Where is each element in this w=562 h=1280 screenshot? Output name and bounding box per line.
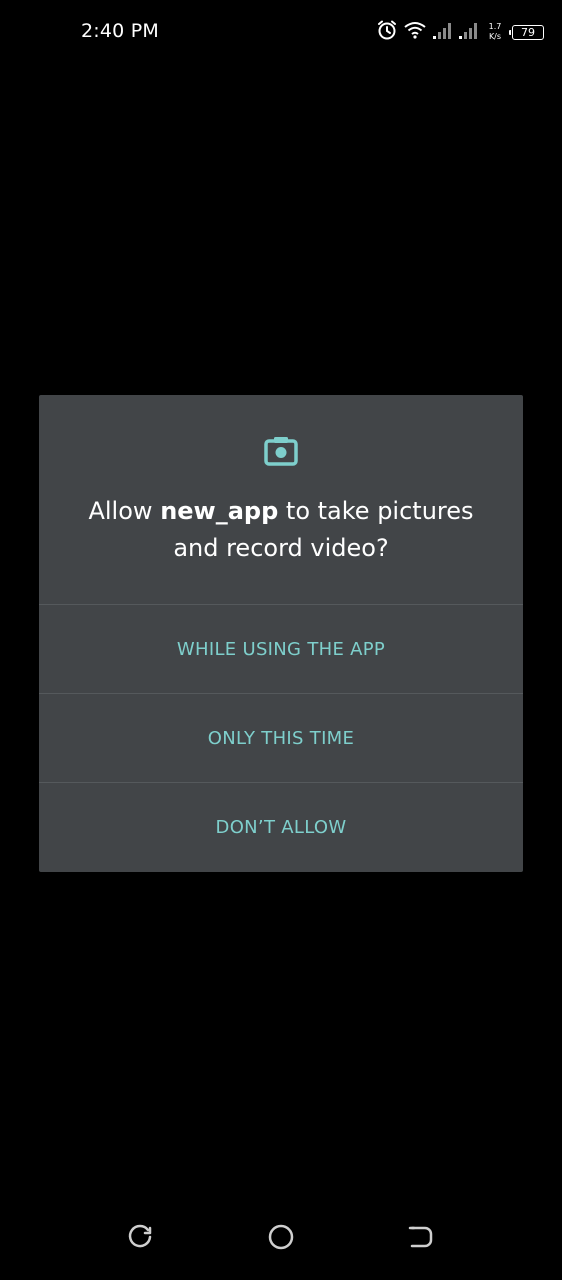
signal-icon [432, 20, 452, 44]
camera-icon [264, 435, 298, 467]
dont-allow-button[interactable]: DON’T ALLOW [39, 782, 523, 871]
network-speed-unit: K/s [488, 32, 502, 41]
signal-icon [458, 20, 478, 44]
message-prefix: Allow [88, 497, 153, 525]
dialog-message: Allow new_app to take pictures and recor… [69, 493, 493, 567]
back-icon[interactable] [405, 1222, 435, 1252]
status-icons: 1.7 K/s 79 [376, 19, 544, 45]
home-icon[interactable] [266, 1222, 296, 1252]
recent-apps-icon[interactable] [125, 1222, 155, 1252]
status-bar: 2:40 PM 1.7 K/s 79 [0, 0, 562, 64]
while-using-the-app-button[interactable]: WHILE USING THE APP [39, 604, 523, 693]
network-speed: 1.7 K/s [484, 22, 506, 42]
status-time: 2:40 PM [81, 20, 159, 42]
wifi-icon [404, 20, 426, 44]
navigation-bar [0, 1210, 562, 1260]
app-name: new_app [160, 497, 279, 525]
alarm-icon [376, 19, 398, 45]
permission-dialog: Allow new_app to take pictures and recor… [39, 395, 523, 872]
network-speed-value: 1.7 [488, 22, 502, 31]
battery-icon: 79 [509, 24, 544, 40]
battery-level: 79 [521, 25, 535, 39]
only-this-time-button[interactable]: ONLY THIS TIME [39, 693, 523, 782]
